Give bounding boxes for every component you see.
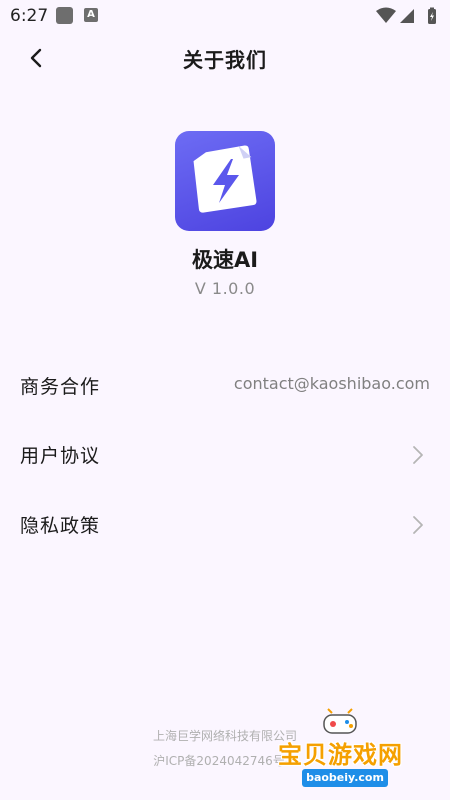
notification-icon [56, 7, 73, 24]
row-business-cooperation[interactable]: 商务合作 contact@kaoshibao.com [0, 358, 450, 414]
row-label: 商务合作 [20, 376, 101, 398]
app-version: V 1.0.0 [194, 279, 256, 298]
page-title: 关于我们 [183, 48, 267, 72]
watermark-url: baobeiy.com [302, 769, 388, 787]
cellular-signal-icon [400, 9, 414, 23]
row-privacy-policy[interactable]: 隐私政策 [0, 497, 450, 553]
battery-icon [428, 7, 436, 24]
row-label: 用户协议 [20, 445, 101, 467]
app-logo [175, 131, 275, 231]
chevron-right-icon [413, 516, 423, 534]
status-bar: 6:27 A [0, 0, 450, 32]
row-label: 隐私政策 [20, 515, 101, 537]
watermark: 宝贝游戏网 baobeiy.com [272, 705, 448, 797]
wifi-icon [376, 7, 396, 23]
chevron-right-icon [413, 446, 423, 464]
lightning-document-icon [193, 145, 257, 213]
row-user-agreement[interactable]: 用户协议 [0, 427, 450, 483]
gamepad-icon [323, 708, 357, 734]
contact-email[interactable]: contact@kaoshibao.com [234, 374, 430, 393]
app-name: 极速AI [191, 248, 259, 272]
notification-badge-icon: A [84, 8, 98, 22]
watermark-title: 宝贝游戏网 [278, 741, 403, 769]
system-status-icons [376, 7, 436, 24]
status-time: 6:27 [10, 6, 49, 26]
